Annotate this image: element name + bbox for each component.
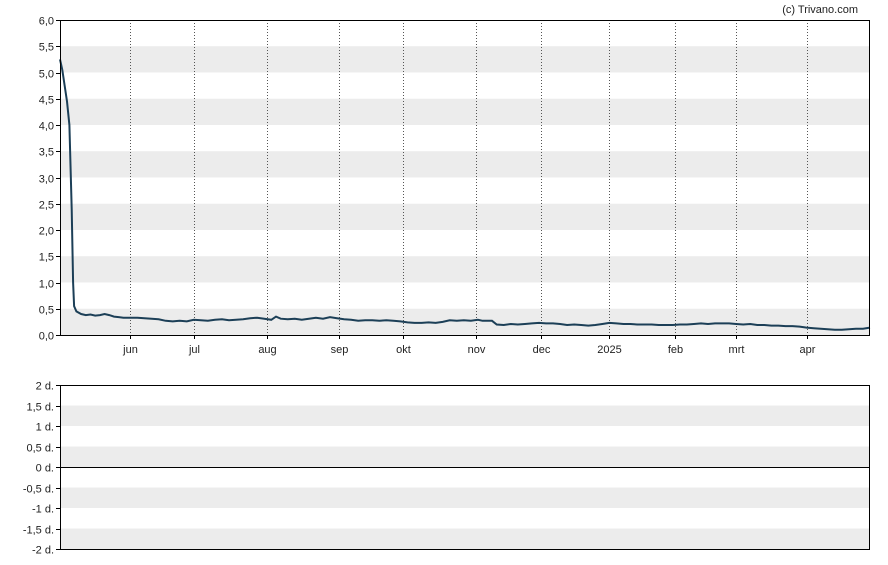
x-tick-label: aug xyxy=(258,344,276,356)
x-tick-label: jun xyxy=(122,344,138,356)
y-tick-label: -0,5 d. xyxy=(23,484,54,496)
sub-y-axis-ticks: 2 d. 1,5 d. 1 d. 0,5 d. 0 d. -0,5 d. -1 d. -1,5… xyxy=(23,381,60,557)
y-tick-label: 2,0 xyxy=(39,226,54,238)
x-tick-label: mrt xyxy=(729,344,745,356)
grid-band xyxy=(60,98,870,125)
grid-band xyxy=(60,256,870,283)
y-tick-label: 2,5 xyxy=(39,200,54,212)
y-tick-label: 1 d. xyxy=(36,422,54,434)
grid-band xyxy=(60,203,870,230)
grid-band xyxy=(60,528,870,549)
main-chart: 6,05,55,04,54,03,53,02,52,01,51,00,50,0 … xyxy=(39,16,871,356)
x-tick-label: sep xyxy=(331,344,349,356)
y-tick-label: 6,0 xyxy=(39,16,54,28)
y-tick-label: 0,0 xyxy=(39,331,54,343)
x-tick-label: okt xyxy=(396,344,411,356)
x-tick-label: apr xyxy=(800,344,816,356)
main-x-axis-ticks: jun jul aug sep okt nov dec 2025 feb mrt apr xyxy=(122,335,816,356)
chart-canvas: (c) Trivano.com 6,0 5,5 5,0 4,5 4,0 3,5 3,0 2,5… xyxy=(23,4,871,557)
x-tick-label: nov xyxy=(468,344,486,356)
y-tick-label: 3,0 xyxy=(39,174,54,186)
y-tick-label: 1,5 xyxy=(39,252,54,264)
x-tick-label: jul xyxy=(188,344,200,356)
sub-grid-bands xyxy=(60,405,870,549)
main-y-axis-ticks: 6,0 5,5 5,0 4,5 4,0 3,5 3,0 2,5 2,0 1,5 1,0 0,5 0,0 xyxy=(39,16,60,343)
y-tick-label: 0,5 xyxy=(39,305,54,317)
y-tick-label: 5,5 xyxy=(39,42,54,54)
y-tick-label: 5,0 xyxy=(39,69,54,81)
y-tick-label: 4,5 xyxy=(39,95,54,107)
credit-label: (c) Trivano.com xyxy=(782,4,858,16)
grid-band xyxy=(60,487,870,508)
x-tick-label: feb xyxy=(668,344,683,356)
main-grid-bands xyxy=(60,46,870,335)
y-tick-label: 0,5 d. xyxy=(26,443,54,455)
grid-band xyxy=(60,151,870,178)
y-tick-label: 2 d. xyxy=(36,381,54,393)
y-tick-label: 1,0 xyxy=(39,279,54,291)
y-tick-label: 0 d. xyxy=(36,463,54,475)
y-tick-label: 3,5 xyxy=(39,147,54,159)
grid-band xyxy=(60,405,870,426)
x-tick-label: 2025 xyxy=(597,344,621,356)
grid-band xyxy=(60,46,870,73)
y-tick-label: 4,0 xyxy=(39,121,54,133)
x-tick-label: dec xyxy=(533,344,551,356)
y-tick-label: -1 d. xyxy=(32,504,54,516)
sub-chart: 2 d. 1,5 d. 1 d. 0,5 d. 0 d. -0,5 d. -1 d. -1,5… xyxy=(23,381,870,557)
y-tick-label: -2 d. xyxy=(32,545,54,557)
grid-band xyxy=(60,446,870,467)
y-tick-label: 1,5 d. xyxy=(26,402,54,414)
y-tick-label: -1,5 d. xyxy=(23,525,54,537)
